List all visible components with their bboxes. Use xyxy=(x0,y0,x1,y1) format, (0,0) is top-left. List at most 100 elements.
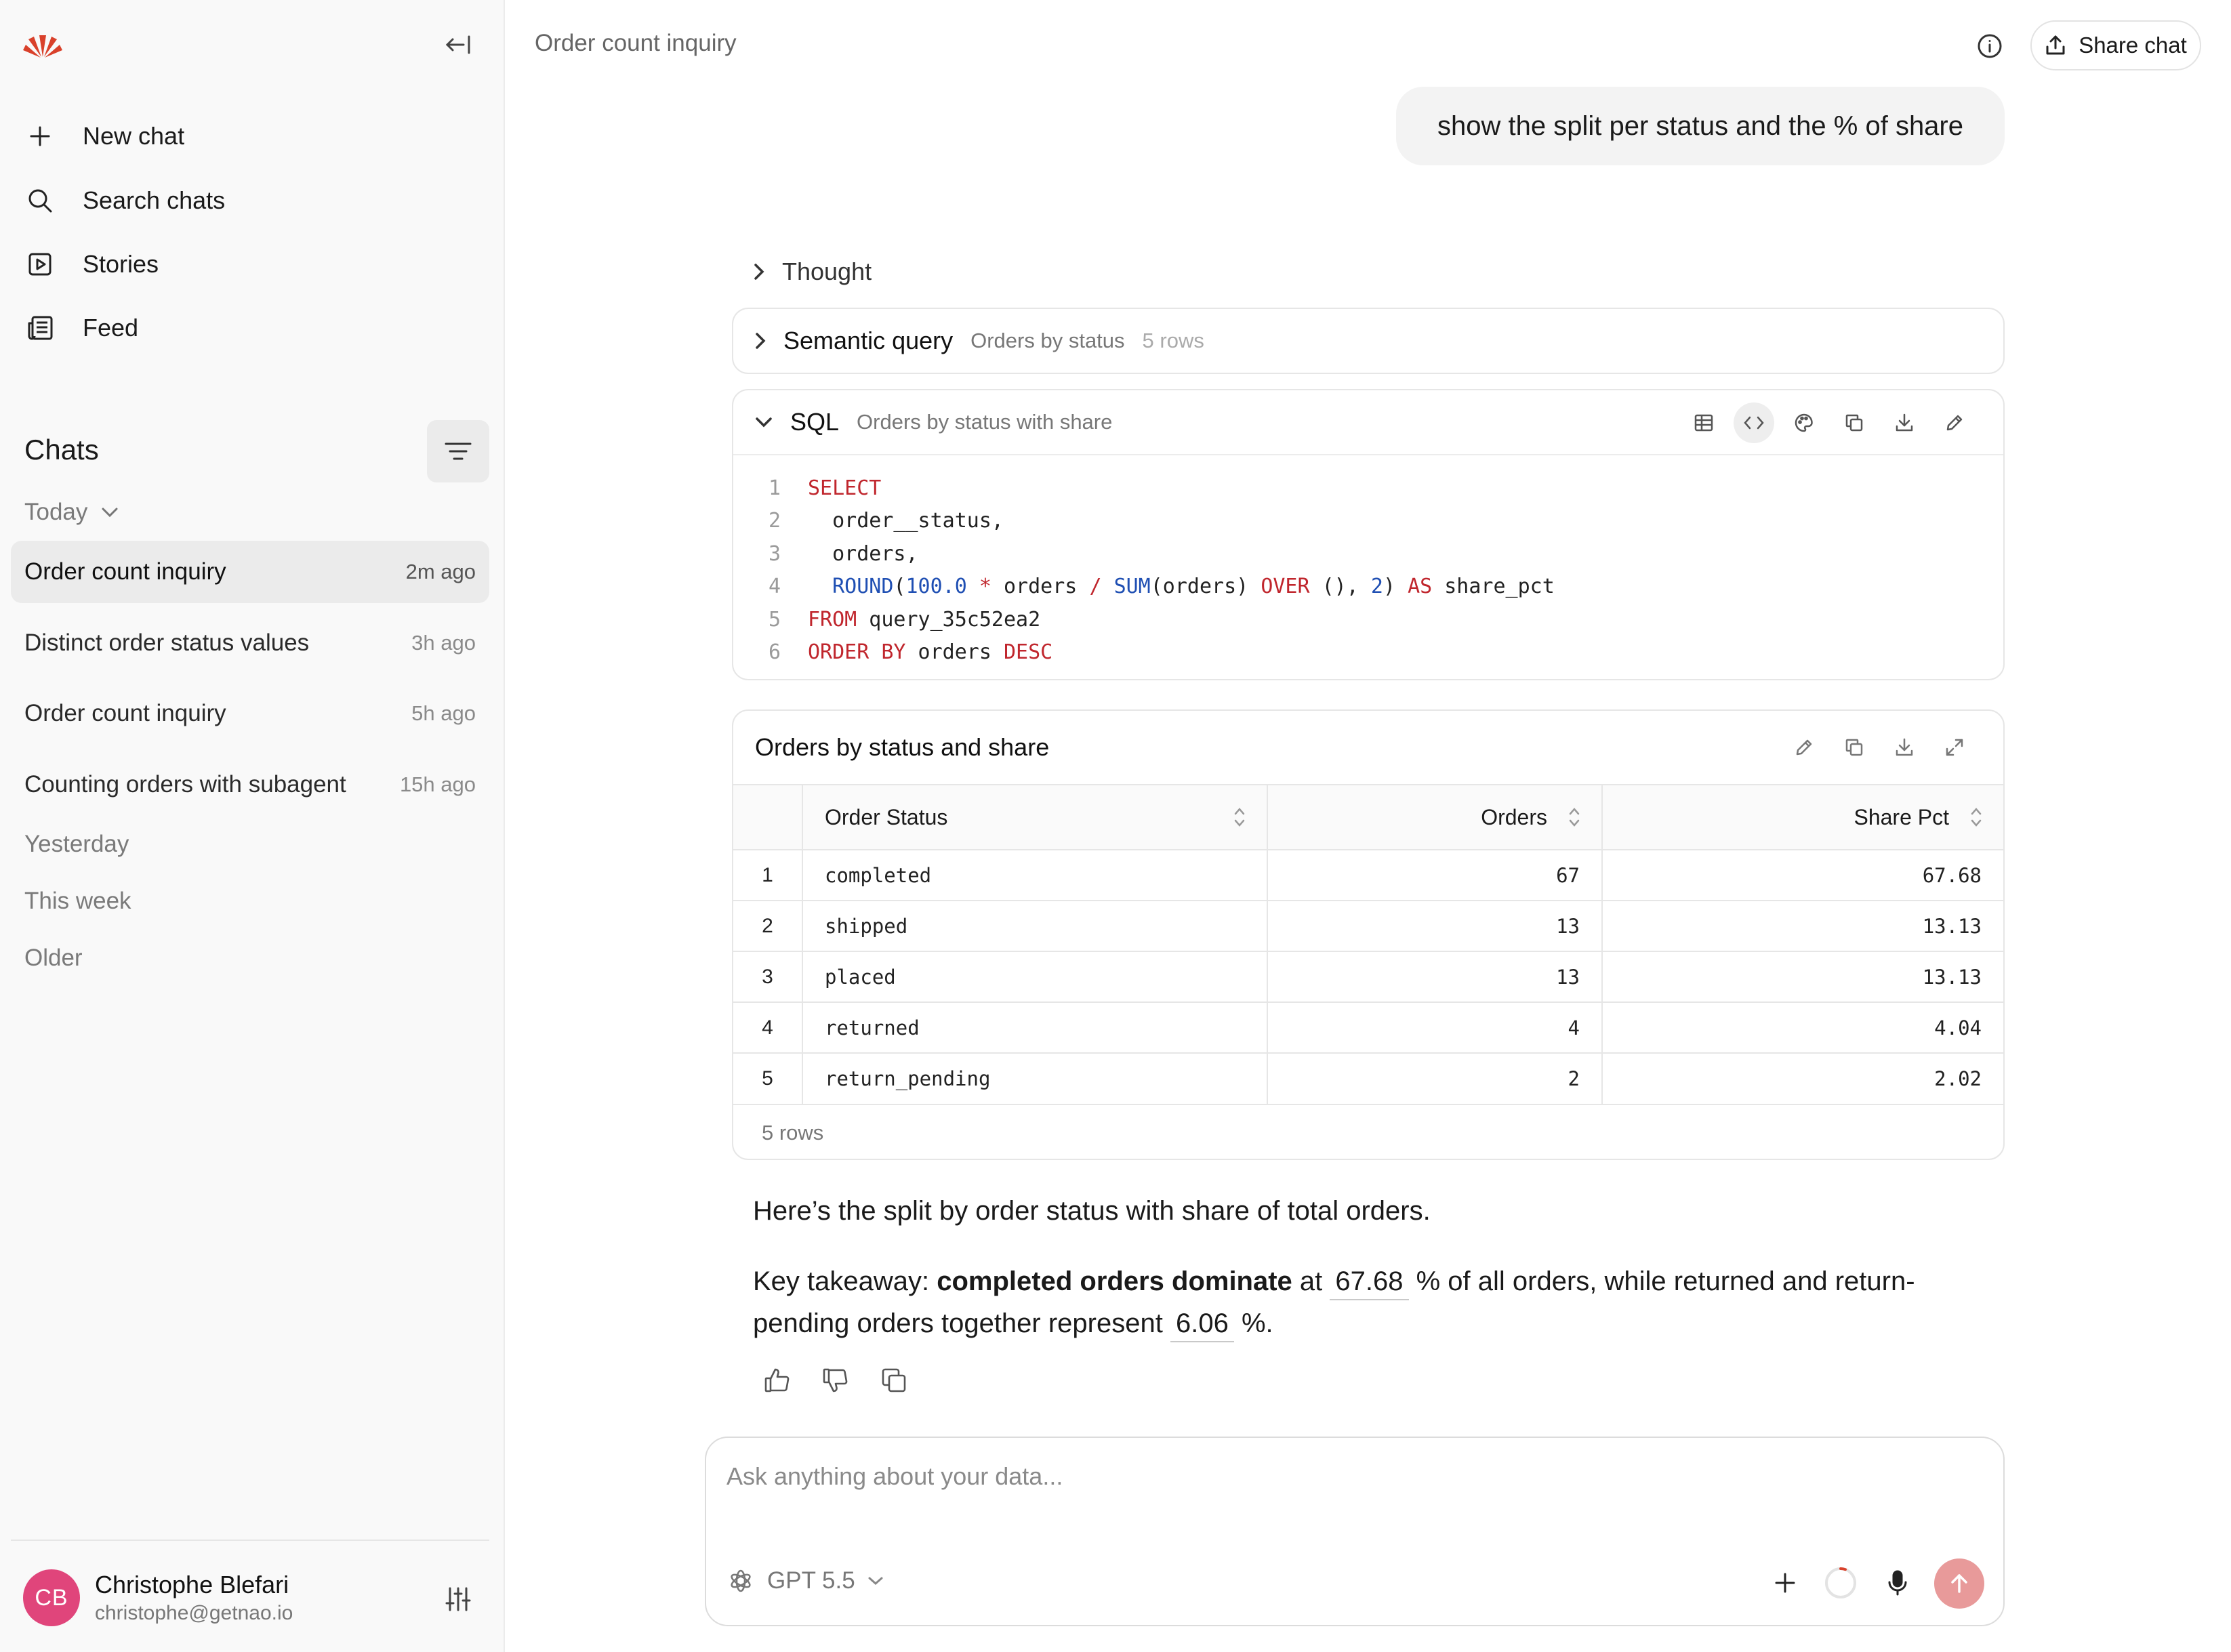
expand-icon xyxy=(1946,739,1963,756)
column-header-orders[interactable]: Orders xyxy=(1267,784,1602,850)
search-chats-button[interactable]: Search chats xyxy=(24,177,485,224)
answer-takeaway: Key takeaway: completed orders dominate … xyxy=(753,1260,1993,1344)
stories-button[interactable]: Stories xyxy=(24,241,485,288)
code-line: 6 ORDER BY orders DESC xyxy=(733,636,2003,669)
chevron-right-icon xyxy=(756,333,766,349)
chat-item[interactable]: Order count inquiry 2m ago xyxy=(11,541,489,603)
send-button[interactable] xyxy=(1934,1558,1984,1609)
cell-order-status: returned xyxy=(802,1001,1267,1053)
chat-time: 5h ago xyxy=(411,701,476,725)
sql-card-header[interactable]: SQL Orders by status with share xyxy=(733,390,2003,455)
results-toolbar xyxy=(1784,727,1975,768)
download-sql-button[interactable] xyxy=(1884,402,1925,443)
cell-order-status: shipped xyxy=(802,900,1267,951)
filter-chats-button[interactable] xyxy=(427,420,489,482)
table-row: 1 completed 67 67.68 xyxy=(733,849,2003,901)
cell-share-pct: 67.68 xyxy=(1601,849,2003,901)
edit-sql-button[interactable] xyxy=(1934,402,1975,443)
code-line: 3 orders, xyxy=(733,537,2003,571)
row-index: 3 xyxy=(733,951,802,1002)
chat-item[interactable]: Counting orders with subagent 15h ago xyxy=(11,753,489,816)
sql-code-block[interactable]: 1 SELECT 2 order__status, 3 orders, 4 RO… xyxy=(733,455,2003,669)
sql-number: 100.0 xyxy=(905,575,967,599)
collapse-sidebar-button[interactable] xyxy=(441,30,476,60)
column-header-label: Order Status xyxy=(825,804,948,829)
column-header-label: Share Pct xyxy=(1854,804,1949,829)
thumbs-down-button[interactable] xyxy=(820,1365,851,1396)
app-logo[interactable] xyxy=(23,33,62,60)
sort-icon xyxy=(1234,808,1245,827)
sort-icon xyxy=(1569,808,1580,827)
line-number: 3 xyxy=(768,541,781,566)
takeaway-bold: completed orders dominate xyxy=(937,1266,1292,1296)
chat-item[interactable]: Order count inquiry 5h ago xyxy=(11,682,489,745)
value-chip[interactable]: 67.68 xyxy=(1330,1264,1409,1300)
copy-answer-button[interactable] xyxy=(878,1365,909,1396)
code-view-button[interactable] xyxy=(1734,402,1774,443)
chat-title: Distinct order status values xyxy=(24,629,310,656)
chevron-right-icon xyxy=(754,264,764,280)
table-row: 5 return_pending 2 2.02 xyxy=(733,1052,2003,1104)
group-older-toggle[interactable]: Older xyxy=(24,945,83,972)
share-chat-button[interactable]: Share chat xyxy=(2030,20,2201,70)
sql-keyword: DESC xyxy=(1004,640,1053,665)
table-view-button[interactable] xyxy=(1683,402,1724,443)
chat-input[interactable] xyxy=(726,1462,1879,1491)
sql-punct: (), xyxy=(1309,575,1371,599)
feed-button[interactable]: Feed xyxy=(24,304,485,352)
chat-time: 3h ago xyxy=(411,631,476,655)
model-selector[interactable]: GPT 5.5 xyxy=(726,1567,884,1595)
group-today-toggle[interactable]: Today xyxy=(24,499,119,526)
semantic-query-card[interactable]: Semantic query Orders by status 5 rows xyxy=(732,308,2005,374)
settings-button[interactable] xyxy=(439,1580,477,1618)
sql-subtitle: Orders by status with share xyxy=(857,410,1113,434)
nav-label: Search chats xyxy=(83,186,226,214)
value-chip[interactable]: 6.06 xyxy=(1170,1306,1234,1342)
nav-label: Feed xyxy=(83,314,139,342)
newspaper-icon xyxy=(24,312,56,344)
download-table-button[interactable] xyxy=(1884,727,1925,768)
edit-table-button[interactable] xyxy=(1784,727,1824,768)
cell-orders: 13 xyxy=(1267,900,1602,951)
add-attachment-button[interactable] xyxy=(1761,1558,1809,1607)
line-number: 2 xyxy=(768,509,781,533)
expand-table-button[interactable] xyxy=(1934,727,1975,768)
code-line: 5 FROM query_35c52ea2 xyxy=(733,603,2003,636)
arrow-up-icon xyxy=(1951,1574,1967,1593)
chat-title: Order count inquiry xyxy=(24,558,226,585)
results-table-title: Orders by status and share xyxy=(755,733,1050,761)
filter-icon xyxy=(445,442,472,460)
answer-intro: Here’s the split by order status with sh… xyxy=(753,1196,1431,1226)
theme-button[interactable] xyxy=(1784,402,1824,443)
thought-toggle[interactable]: Thought xyxy=(754,257,872,286)
plus-icon xyxy=(24,121,56,152)
semantic-query-rows: 5 rows xyxy=(1142,329,1204,352)
sql-punct: ( xyxy=(893,575,906,599)
group-yesterday-toggle[interactable]: Yesterday xyxy=(24,831,129,858)
sql-keyword: SELECT xyxy=(808,476,882,500)
user-profile[interactable]: CB Christophe Blefari christophe@getnao.… xyxy=(23,1569,293,1626)
sql-identifier: share_pct xyxy=(1432,575,1555,599)
nav-label: Stories xyxy=(83,250,159,278)
context-usage-indicator[interactable] xyxy=(1816,1558,1865,1607)
thumbs-up-button[interactable] xyxy=(762,1365,793,1396)
column-header-share-pct[interactable]: Share Pct xyxy=(1601,784,2003,850)
sliders-icon xyxy=(445,1587,471,1611)
copy-table-button[interactable] xyxy=(1834,727,1875,768)
copy-sql-button[interactable] xyxy=(1834,402,1875,443)
new-chat-button[interactable]: New chat xyxy=(24,112,485,160)
info-button[interactable] xyxy=(1973,30,2006,62)
copy-icon xyxy=(1845,414,1863,432)
cell-share-pct: 2.02 xyxy=(1601,1052,2003,1104)
table-row: 2 shipped 13 13.13 xyxy=(733,900,2003,951)
assistant-answer: Here’s the split by order status with sh… xyxy=(753,1190,1993,1373)
sql-identifier: (orders) xyxy=(1150,575,1261,599)
thought-label: Thought xyxy=(782,257,872,285)
search-icon xyxy=(24,185,56,216)
chat-item[interactable]: Distinct order status values 3h ago xyxy=(11,612,489,674)
group-label-this-week: This week xyxy=(24,888,131,914)
line-number: 5 xyxy=(768,607,781,632)
voice-input-button[interactable] xyxy=(1873,1558,1922,1607)
group-this-week-toggle[interactable]: This week xyxy=(24,888,131,915)
column-header-order-status[interactable]: Order Status xyxy=(802,784,1267,850)
